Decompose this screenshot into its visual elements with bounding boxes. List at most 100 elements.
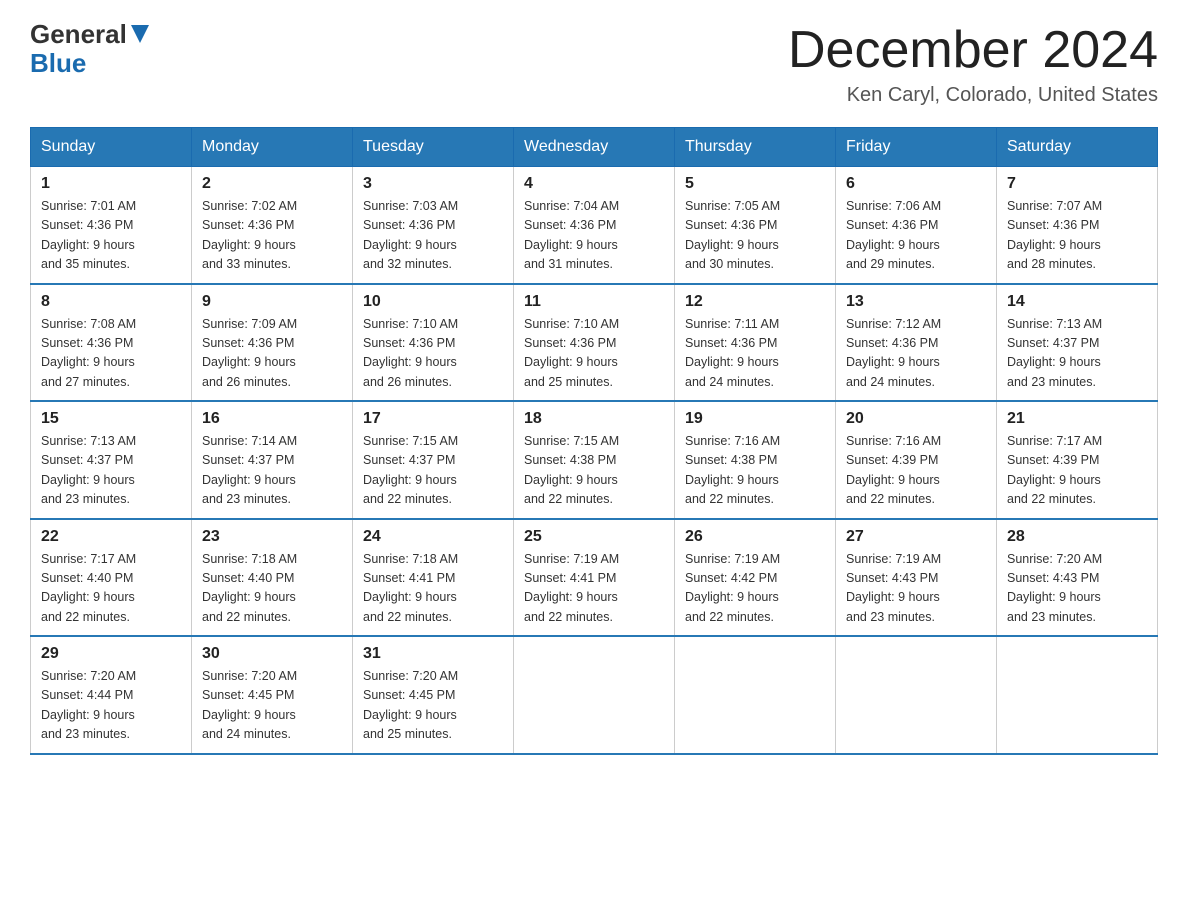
day-info: Sunrise: 7:17 AM Sunset: 4:39 PM Dayligh…	[1007, 432, 1147, 510]
calendar-cell: 9 Sunrise: 7:09 AM Sunset: 4:36 PM Dayli…	[192, 284, 353, 402]
day-info: Sunrise: 7:04 AM Sunset: 4:36 PM Dayligh…	[524, 197, 664, 275]
header-wednesday: Wednesday	[514, 128, 675, 167]
calendar-table: Sunday Monday Tuesday Wednesday Thursday…	[30, 127, 1158, 755]
day-info: Sunrise: 7:03 AM Sunset: 4:36 PM Dayligh…	[363, 197, 503, 275]
calendar-cell: 5 Sunrise: 7:05 AM Sunset: 4:36 PM Dayli…	[675, 167, 836, 284]
week-row-2: 8 Sunrise: 7:08 AM Sunset: 4:36 PM Dayli…	[31, 284, 1158, 402]
calendar-cell: 4 Sunrise: 7:04 AM Sunset: 4:36 PM Dayli…	[514, 167, 675, 284]
day-number: 31	[363, 645, 503, 663]
calendar-cell: 30 Sunrise: 7:20 AM Sunset: 4:45 PM Dayl…	[192, 636, 353, 754]
day-number: 8	[41, 293, 181, 311]
day-number: 16	[202, 410, 342, 428]
day-info: Sunrise: 7:02 AM Sunset: 4:36 PM Dayligh…	[202, 197, 342, 275]
calendar-cell: 26 Sunrise: 7:19 AM Sunset: 4:42 PM Dayl…	[675, 519, 836, 637]
day-info: Sunrise: 7:19 AM Sunset: 4:41 PM Dayligh…	[524, 550, 664, 628]
day-number: 6	[846, 175, 986, 193]
day-info: Sunrise: 7:15 AM Sunset: 4:38 PM Dayligh…	[524, 432, 664, 510]
calendar-cell	[997, 636, 1158, 754]
day-info: Sunrise: 7:20 AM Sunset: 4:43 PM Dayligh…	[1007, 550, 1147, 628]
day-number: 1	[41, 175, 181, 193]
calendar-cell: 29 Sunrise: 7:20 AM Sunset: 4:44 PM Dayl…	[31, 636, 192, 754]
calendar-cell: 8 Sunrise: 7:08 AM Sunset: 4:36 PM Dayli…	[31, 284, 192, 402]
day-info: Sunrise: 7:18 AM Sunset: 4:40 PM Dayligh…	[202, 550, 342, 628]
page-header: General Blue December 2024 Ken Caryl, Co…	[30, 20, 1158, 107]
header-row: Sunday Monday Tuesday Wednesday Thursday…	[31, 128, 1158, 167]
header-thursday: Thursday	[675, 128, 836, 167]
day-info: Sunrise: 7:13 AM Sunset: 4:37 PM Dayligh…	[41, 432, 181, 510]
day-number: 18	[524, 410, 664, 428]
day-number: 12	[685, 293, 825, 311]
week-row-1: 1 Sunrise: 7:01 AM Sunset: 4:36 PM Dayli…	[31, 167, 1158, 284]
day-number: 15	[41, 410, 181, 428]
day-number: 23	[202, 528, 342, 546]
calendar-cell: 20 Sunrise: 7:16 AM Sunset: 4:39 PM Dayl…	[836, 401, 997, 519]
day-info: Sunrise: 7:07 AM Sunset: 4:36 PM Dayligh…	[1007, 197, 1147, 275]
calendar-cell: 15 Sunrise: 7:13 AM Sunset: 4:37 PM Dayl…	[31, 401, 192, 519]
calendar-cell: 17 Sunrise: 7:15 AM Sunset: 4:37 PM Dayl…	[353, 401, 514, 519]
calendar-cell: 10 Sunrise: 7:10 AM Sunset: 4:36 PM Dayl…	[353, 284, 514, 402]
logo-general: General	[30, 20, 127, 49]
header-friday: Friday	[836, 128, 997, 167]
day-info: Sunrise: 7:14 AM Sunset: 4:37 PM Dayligh…	[202, 432, 342, 510]
title-section: December 2024 Ken Caryl, Colorado, Unite…	[788, 20, 1158, 107]
day-info: Sunrise: 7:18 AM Sunset: 4:41 PM Dayligh…	[363, 550, 503, 628]
day-number: 14	[1007, 293, 1147, 311]
day-info: Sunrise: 7:20 AM Sunset: 4:45 PM Dayligh…	[363, 667, 503, 745]
location: Ken Caryl, Colorado, United States	[788, 84, 1158, 107]
day-number: 27	[846, 528, 986, 546]
day-info: Sunrise: 7:17 AM Sunset: 4:40 PM Dayligh…	[41, 550, 181, 628]
day-info: Sunrise: 7:10 AM Sunset: 4:36 PM Dayligh…	[524, 315, 664, 393]
day-number: 22	[41, 528, 181, 546]
day-number: 13	[846, 293, 986, 311]
day-info: Sunrise: 7:20 AM Sunset: 4:45 PM Dayligh…	[202, 667, 342, 745]
day-number: 29	[41, 645, 181, 663]
calendar-cell	[675, 636, 836, 754]
header-sunday: Sunday	[31, 128, 192, 167]
day-info: Sunrise: 7:20 AM Sunset: 4:44 PM Dayligh…	[41, 667, 181, 745]
calendar-cell: 12 Sunrise: 7:11 AM Sunset: 4:36 PM Dayl…	[675, 284, 836, 402]
day-info: Sunrise: 7:15 AM Sunset: 4:37 PM Dayligh…	[363, 432, 503, 510]
day-number: 10	[363, 293, 503, 311]
day-info: Sunrise: 7:12 AM Sunset: 4:36 PM Dayligh…	[846, 315, 986, 393]
calendar-cell: 23 Sunrise: 7:18 AM Sunset: 4:40 PM Dayl…	[192, 519, 353, 637]
day-number: 26	[685, 528, 825, 546]
logo: General Blue	[30, 20, 149, 77]
calendar-cell	[514, 636, 675, 754]
logo-blue: Blue	[30, 48, 86, 78]
day-info: Sunrise: 7:08 AM Sunset: 4:36 PM Dayligh…	[41, 315, 181, 393]
calendar-cell: 25 Sunrise: 7:19 AM Sunset: 4:41 PM Dayl…	[514, 519, 675, 637]
day-info: Sunrise: 7:16 AM Sunset: 4:38 PM Dayligh…	[685, 432, 825, 510]
calendar-cell: 7 Sunrise: 7:07 AM Sunset: 4:36 PM Dayli…	[997, 167, 1158, 284]
calendar-cell: 24 Sunrise: 7:18 AM Sunset: 4:41 PM Dayl…	[353, 519, 514, 637]
week-row-3: 15 Sunrise: 7:13 AM Sunset: 4:37 PM Dayl…	[31, 401, 1158, 519]
day-number: 11	[524, 293, 664, 311]
day-number: 3	[363, 175, 503, 193]
day-info: Sunrise: 7:19 AM Sunset: 4:43 PM Dayligh…	[846, 550, 986, 628]
week-row-4: 22 Sunrise: 7:17 AM Sunset: 4:40 PM Dayl…	[31, 519, 1158, 637]
calendar-cell: 18 Sunrise: 7:15 AM Sunset: 4:38 PM Dayl…	[514, 401, 675, 519]
calendar-cell: 31 Sunrise: 7:20 AM Sunset: 4:45 PM Dayl…	[353, 636, 514, 754]
day-number: 19	[685, 410, 825, 428]
calendar-cell: 16 Sunrise: 7:14 AM Sunset: 4:37 PM Dayl…	[192, 401, 353, 519]
day-info: Sunrise: 7:19 AM Sunset: 4:42 PM Dayligh…	[685, 550, 825, 628]
day-info: Sunrise: 7:06 AM Sunset: 4:36 PM Dayligh…	[846, 197, 986, 275]
calendar-cell: 2 Sunrise: 7:02 AM Sunset: 4:36 PM Dayli…	[192, 167, 353, 284]
day-info: Sunrise: 7:09 AM Sunset: 4:36 PM Dayligh…	[202, 315, 342, 393]
day-info: Sunrise: 7:01 AM Sunset: 4:36 PM Dayligh…	[41, 197, 181, 275]
week-row-5: 29 Sunrise: 7:20 AM Sunset: 4:44 PM Dayl…	[31, 636, 1158, 754]
day-number: 21	[1007, 410, 1147, 428]
day-info: Sunrise: 7:11 AM Sunset: 4:36 PM Dayligh…	[685, 315, 825, 393]
day-info: Sunrise: 7:10 AM Sunset: 4:36 PM Dayligh…	[363, 315, 503, 393]
month-title: December 2024	[788, 20, 1158, 80]
calendar-cell: 1 Sunrise: 7:01 AM Sunset: 4:36 PM Dayli…	[31, 167, 192, 284]
calendar-cell	[836, 636, 997, 754]
calendar-cell: 6 Sunrise: 7:06 AM Sunset: 4:36 PM Dayli…	[836, 167, 997, 284]
calendar-cell: 14 Sunrise: 7:13 AM Sunset: 4:37 PM Dayl…	[997, 284, 1158, 402]
header-monday: Monday	[192, 128, 353, 167]
day-info: Sunrise: 7:05 AM Sunset: 4:36 PM Dayligh…	[685, 197, 825, 275]
calendar-cell: 3 Sunrise: 7:03 AM Sunset: 4:36 PM Dayli…	[353, 167, 514, 284]
day-info: Sunrise: 7:16 AM Sunset: 4:39 PM Dayligh…	[846, 432, 986, 510]
logo-triangle-icon	[131, 24, 149, 48]
day-number: 5	[685, 175, 825, 193]
calendar-cell: 11 Sunrise: 7:10 AM Sunset: 4:36 PM Dayl…	[514, 284, 675, 402]
